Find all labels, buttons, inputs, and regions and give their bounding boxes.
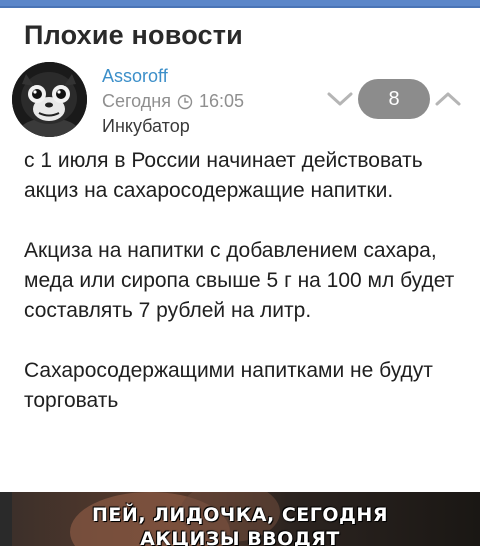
- post-title[interactable]: Плохие новости: [24, 20, 243, 51]
- image-caption-line2: АКЦИЗЫ ВВОДЯТ: [140, 528, 340, 546]
- top-bar: [0, 0, 480, 8]
- post-image[interactable]: ПЕЙ, ЛИДОЧКА, СЕГОДНЯ АКЦИЗЫ ВВОДЯТ: [0, 492, 480, 546]
- chevron-down-icon[interactable]: [326, 88, 354, 110]
- chevron-up-icon[interactable]: [434, 88, 462, 110]
- avatar[interactable]: [12, 62, 87, 137]
- clock-icon: [177, 94, 193, 109]
- author-link[interactable]: Assoroff: [102, 66, 168, 87]
- community-link[interactable]: Инкубатор: [102, 116, 190, 137]
- post-meta: Сегодня 16:05: [102, 91, 244, 112]
- rating-badge: 8: [358, 79, 430, 119]
- post-body: с 1 июля в России начинает действовать а…: [24, 146, 464, 446]
- post-date: Сегодня: [102, 91, 171, 111]
- post-time: 16:05: [199, 91, 245, 111]
- image-caption-line1: ПЕЙ, ЛИДОЧКА, СЕГОДНЯ: [92, 504, 388, 526]
- avatar-image: [12, 62, 87, 137]
- post-paragraph: с 1 июля в России начинает действовать а…: [24, 149, 423, 202]
- post-paragraph: Сахаросодержащими напитками не будут тор…: [24, 359, 433, 412]
- post-paragraph: Акциза на напитки с добавлением сахара, …: [24, 239, 455, 322]
